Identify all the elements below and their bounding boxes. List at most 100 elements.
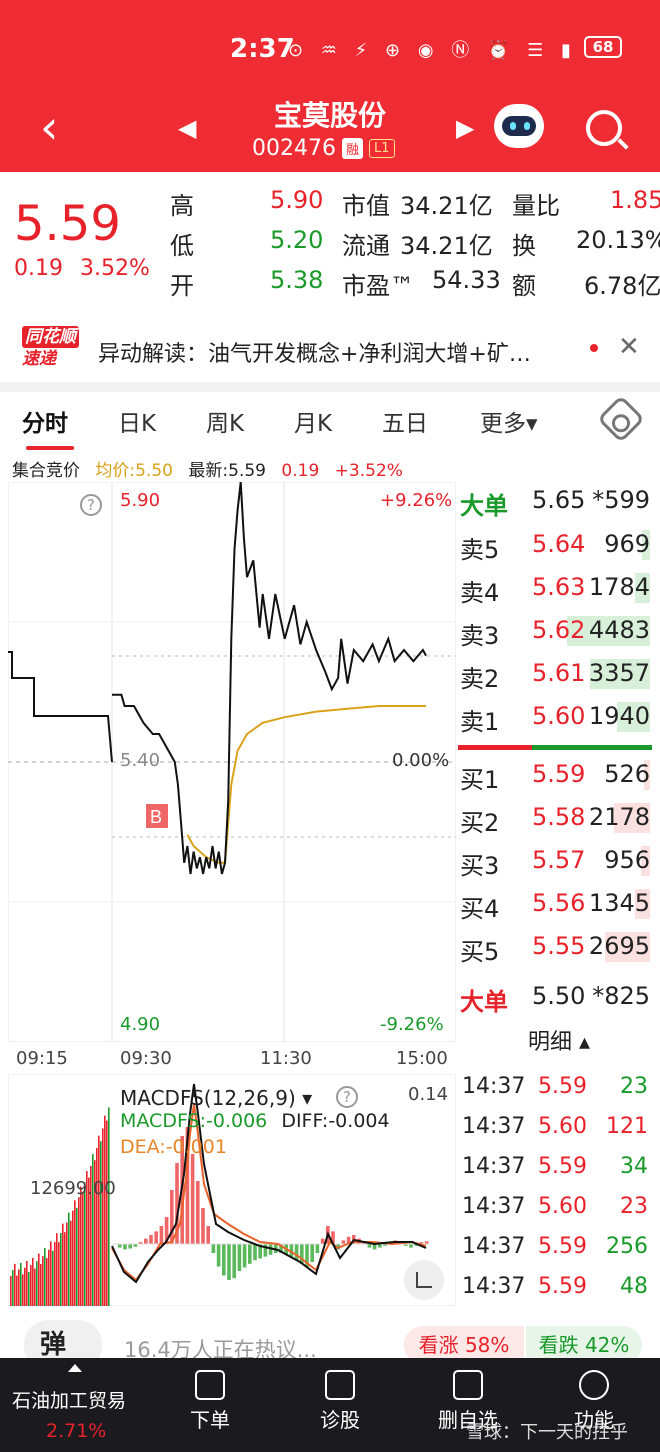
volume-bar — [20, 1262, 22, 1306]
remove-watch-icon — [453, 1370, 483, 1400]
macd-help-icon[interactable]: ? — [336, 1086, 358, 1108]
buy-row[interactable]: 买1 5.59 526 — [458, 756, 660, 796]
value-mktcap: 34.21亿 — [400, 192, 493, 220]
tick-price: 5.59 — [538, 1074, 587, 1099]
tick-vol: 23 — [620, 1194, 648, 1219]
nav-diagnose[interactable]: 诊股 — [320, 1370, 360, 1433]
big-buy-row[interactable]: 大单 5.50 *825 — [458, 978, 660, 1018]
buy-price: 5.57 — [532, 846, 586, 874]
macd-bar — [315, 1244, 320, 1253]
volume-bar — [24, 1267, 26, 1306]
volume-bar — [100, 1141, 102, 1306]
news-banner[interactable]: 同花顺 速递 异动解读：油气开发概念+净利润大增+矿… — [0, 316, 660, 382]
buy-vol: 2695 — [588, 932, 650, 960]
macd-bar — [144, 1238, 148, 1244]
stock-name: 宝莫股份 — [273, 99, 386, 132]
tick-row: 14:37 5.59 256 — [458, 1232, 660, 1268]
sell-row[interactable]: 卖1 5.60 1940 — [458, 698, 660, 738]
next-stock-icon[interactable]: ▶ — [456, 114, 474, 142]
big-sell-price: 5.65 — [532, 486, 586, 514]
auction-toggle[interactable]: 集合竞价 — [12, 461, 80, 481]
axis-pct-low: -9.26% — [380, 1014, 444, 1035]
menu-icon — [579, 1370, 609, 1400]
sell-row[interactable]: 卖4 5.63 1784 — [458, 569, 660, 609]
time-axis-1130: 11:30 — [260, 1048, 312, 1069]
volume-bar — [80, 1186, 82, 1306]
buy-vol: 956 — [604, 846, 650, 874]
price-change: 0.19 3.52% — [14, 256, 150, 281]
sell-row[interactable]: 卖2 5.61 3357 — [458, 655, 660, 695]
volume-bar — [102, 1128, 104, 1306]
status-time: 2:37 — [230, 34, 295, 64]
unread-dot — [590, 344, 598, 352]
tick-time: 14:37 — [462, 1114, 526, 1139]
macd-bar — [320, 1238, 325, 1244]
tick-row: 14:37 5.60 121 — [458, 1112, 660, 1148]
volume-bar — [10, 1276, 12, 1306]
fullscreen-icon[interactable] — [404, 1260, 444, 1300]
tab-monthly[interactable]: 月K — [294, 404, 332, 438]
sell-vol: 969 — [604, 530, 650, 558]
nav-order[interactable]: 下单 — [190, 1370, 230, 1433]
value-low: 5.20 — [270, 226, 324, 254]
tab-daily[interactable]: 日K — [118, 404, 156, 438]
big-sell-row[interactable]: 大单 5.65 *599 — [458, 482, 660, 522]
buy-price: 5.58 — [532, 803, 586, 831]
macd-bar — [196, 1181, 200, 1244]
intraday-chart[interactable]: B — [8, 482, 456, 1042]
close-icon[interactable]: ✕ — [618, 332, 640, 362]
tab-intraday[interactable]: 分时 — [22, 404, 68, 438]
help-icon[interactable]: ? — [80, 494, 102, 516]
volume-value: 12699.00 — [30, 1178, 116, 1199]
tab-more[interactable]: 更多▾ — [480, 404, 538, 438]
tick-vol: 121 — [606, 1114, 648, 1139]
volume-bar — [96, 1148, 98, 1306]
last-price: 5.59 — [14, 196, 121, 252]
tab-weekly[interactable]: 周K — [206, 404, 244, 438]
volume-bar — [78, 1197, 80, 1306]
volume-bar — [60, 1233, 62, 1306]
latest-pct: +3.52% — [334, 461, 403, 481]
buy-row[interactable]: 买5 5.55 2695 — [458, 928, 660, 968]
axis-pct-mid: 0.00% — [392, 750, 450, 771]
stock-code: 002476 — [252, 136, 336, 161]
sell-row[interactable]: 卖3 5.62 4483 — [458, 612, 660, 652]
sell-label: 卖3 — [460, 622, 500, 650]
tick-row: 14:37 5.59 48 — [458, 1272, 660, 1308]
volume-bar — [72, 1210, 74, 1306]
app-header: 2:37 ⊙ ♒ ⚡ ⊕ ◉ Ⓝ ⏰ ☰ ▮ 68 ‹ ◀ 宝莫股份 00247… — [0, 0, 660, 172]
buy-row[interactable]: 买3 5.57 956 — [458, 842, 660, 882]
buy-row[interactable]: 买4 5.56 1345 — [458, 885, 660, 925]
sell-price: 5.61 — [532, 659, 586, 687]
macd-indicator-select[interactable]: MACDFS(12,26,9) ▾ — [120, 1086, 312, 1110]
news-text[interactable]: 异动解读：油气开发概念+净利润大增+矿… — [98, 336, 588, 368]
buy-price: 5.55 — [532, 932, 586, 960]
chart-tabs: 分时 日K 周K 月K 五日 更多▾ — [0, 396, 660, 446]
book-divider — [458, 745, 652, 750]
volume-bar — [104, 1115, 106, 1306]
macd-bar — [222, 1244, 226, 1276]
volume-bar — [76, 1207, 78, 1306]
sector-name[interactable]: 石油加工贸易 — [12, 1386, 126, 1413]
label-mktcap: 市值 — [342, 192, 390, 220]
buy-row[interactable]: 买2 5.58 2178 — [458, 799, 660, 839]
label-turnover: 换 — [512, 232, 536, 260]
margin-tag: 融 — [341, 138, 363, 159]
buy-price: 5.59 — [532, 760, 586, 788]
detail-toggle[interactable]: 明细 ▴ — [458, 1024, 660, 1060]
ths-express-logo: 同花顺 速递 — [22, 326, 84, 374]
axis-low: 4.90 — [120, 1014, 161, 1035]
volume-bar — [30, 1265, 32, 1306]
search-icon[interactable] — [586, 110, 622, 146]
sector-pct: 2.71% — [46, 1420, 107, 1442]
macd-bar — [248, 1244, 252, 1264]
sell-vol: 3357 — [588, 659, 650, 687]
macd-bar — [159, 1226, 164, 1244]
value-float: 34.21亿 — [400, 232, 493, 260]
sell-row[interactable]: 卖5 5.64 969 — [458, 526, 660, 566]
volume-bar — [66, 1222, 68, 1306]
change-percent: 3.52% — [79, 256, 150, 281]
tab-fiveday[interactable]: 五日 — [382, 404, 428, 438]
robot-assistant-icon[interactable] — [494, 104, 544, 148]
buy-label: 买1 — [460, 766, 500, 794]
